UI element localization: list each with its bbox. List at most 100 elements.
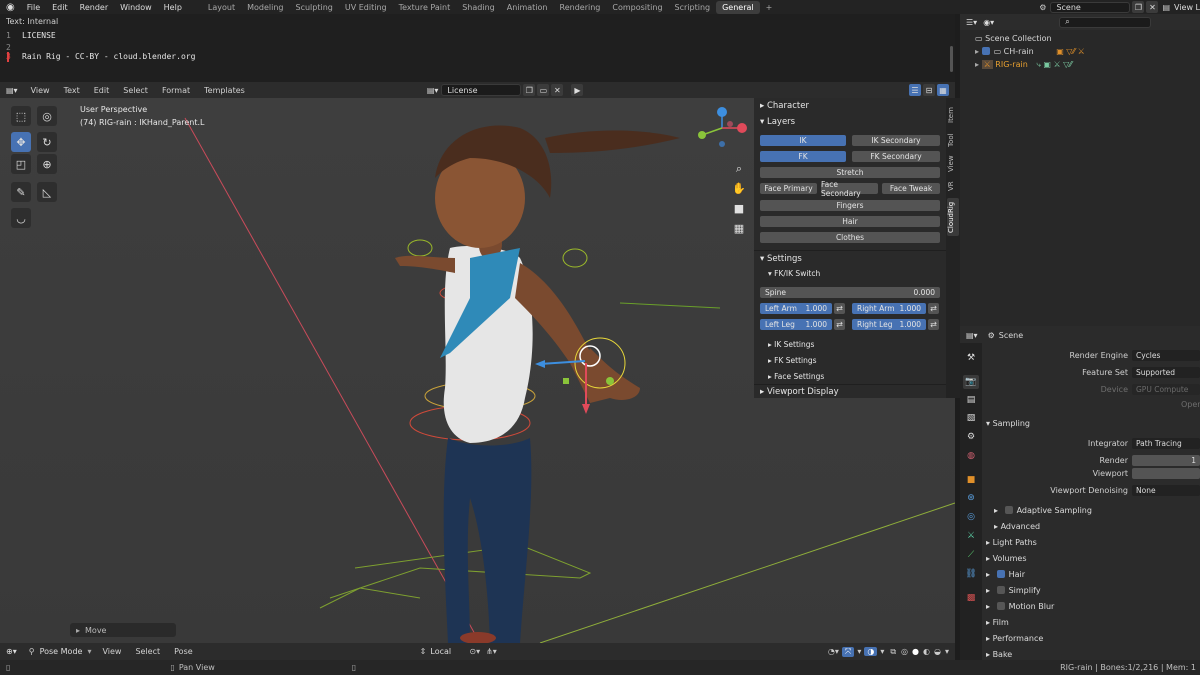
menu-edit[interactable]: Edit: [46, 3, 74, 12]
tab-scripting[interactable]: Scripting: [669, 1, 717, 14]
shading-dropdown-icon[interactable]: ▾: [943, 647, 955, 656]
text-menu-templates[interactable]: Templates: [197, 86, 252, 95]
menu-window[interactable]: Window: [114, 3, 158, 12]
blender-logo-icon[interactable]: ◉: [0, 2, 21, 13]
tab-vr[interactable]: VR: [947, 178, 959, 194]
left-leg-snap-icon[interactable]: ⇄: [834, 319, 845, 330]
scene-tab-icon[interactable]: ⚙: [963, 430, 979, 444]
object-tab-icon[interactable]: ■: [963, 473, 979, 487]
tab-cloudrig[interactable]: CloudRig: [947, 198, 959, 236]
world-tab-icon[interactable]: ◍: [963, 449, 979, 463]
display-mode-icon[interactable]: ◉▾: [983, 18, 994, 27]
annotate-tool[interactable]: ✎: [11, 182, 31, 202]
mode-selector[interactable]: Pose Mode: [35, 647, 88, 656]
volumes-panel-header[interactable]: ▸ Volumes: [986, 554, 1026, 563]
overlay-dropdown-icon[interactable]: ▾: [877, 647, 887, 656]
layers-panel-header[interactable]: ▾ Layers: [760, 117, 795, 127]
select-box-tool[interactable]: ⬚: [11, 106, 31, 126]
visibility-icon[interactable]: ◔▾: [825, 647, 842, 656]
tab-layout[interactable]: Layout: [202, 1, 241, 14]
left-arm-slider[interactable]: Left Arm 1.000: [760, 303, 832, 314]
left-leg-slider[interactable]: Left Leg 1.000: [760, 319, 832, 330]
scene-icon[interactable]: ⚙: [1035, 3, 1050, 12]
text-menu-text[interactable]: Text: [57, 86, 87, 95]
viewport-denoising-selector[interactable]: None: [1132, 485, 1200, 496]
simplify-checkbox[interactable]: [996, 586, 1005, 594]
viewport-samples-field[interactable]: [1132, 468, 1200, 479]
outliner-item-rig-rain[interactable]: ▸ ⚔ RIG-rain ⤷ ▣ ⚔ ▽⁄⁄: [975, 60, 1072, 70]
new-scene-icon[interactable]: ❐: [1132, 1, 1145, 13]
gizmo-dropdown-icon[interactable]: ▾: [854, 647, 864, 656]
tab-item[interactable]: Item: [947, 104, 959, 126]
close-text-icon[interactable]: ✕: [551, 84, 564, 96]
layer-clothes-button[interactable]: Clothes: [760, 232, 940, 243]
view-layer-selector[interactable]: View L: [1174, 3, 1200, 12]
bone-tab-icon[interactable]: ⟋: [963, 548, 979, 562]
gizmo-toggle-icon[interactable]: ⤧: [841, 646, 855, 657]
hair-panel-header[interactable]: ▸ Hair: [986, 570, 1025, 579]
text-line[interactable]: Rain Rig - CC-BY - cloud.blender.org: [22, 52, 195, 61]
right-leg-snap-icon[interactable]: ⇄: [928, 319, 939, 330]
move-tool[interactable]: ✥: [11, 132, 31, 152]
output-tab-icon[interactable]: ▤: [963, 393, 979, 407]
motion-blur-panel-header[interactable]: ▸ Motion Blur: [986, 602, 1054, 611]
hair-checkbox[interactable]: [996, 570, 1005, 578]
render-engine-selector[interactable]: Cycles: [1132, 350, 1200, 361]
layer-face-primary-button[interactable]: Face Primary: [760, 183, 817, 194]
tab-compositing[interactable]: Compositing: [606, 1, 668, 14]
layer-face-tweak-button[interactable]: Face Tweak: [882, 183, 940, 194]
view-layer-tab-icon[interactable]: ▧: [963, 411, 979, 425]
modifier-tab-icon[interactable]: ⊛: [963, 491, 979, 505]
snap-icon[interactable]: ⋔▾: [483, 647, 500, 656]
adaptive-sampling-panel[interactable]: ▸ Adaptive Sampling: [994, 506, 1092, 515]
layer-hair-button[interactable]: Hair: [760, 216, 940, 227]
right-arm-snap-icon[interactable]: ⇄: [928, 303, 939, 314]
menu-file[interactable]: File: [21, 3, 46, 12]
layer-ik-button[interactable]: IK: [760, 135, 846, 146]
camera-icon[interactable]: ■: [730, 199, 748, 217]
shading-wireframe-icon[interactable]: ◎: [899, 647, 910, 656]
object-data-tab-icon[interactable]: ⚔: [963, 529, 979, 543]
layer-stretch-button[interactable]: Stretch: [760, 167, 940, 178]
text-scrollbar[interactable]: [950, 46, 953, 72]
text-editor[interactable]: Text: Internal 1 LICENSE 2 3 Rain Rig - …: [0, 14, 955, 82]
overlay-toggle-icon[interactable]: ◑: [864, 647, 878, 656]
open-preferences-label[interactable]: Open: [1181, 400, 1200, 409]
tab-rendering[interactable]: Rendering: [554, 1, 607, 14]
xray-icon[interactable]: ⧉: [887, 647, 899, 657]
device-selector[interactable]: GPU Compute: [1132, 384, 1200, 395]
render-tab-icon[interactable]: 📷: [963, 375, 979, 389]
fk-settings-header[interactable]: ▸ FK Settings: [768, 356, 817, 365]
integrator-selector[interactable]: Path Tracing: [1132, 438, 1200, 449]
settings-panel-header[interactable]: ▾ Settings: [760, 254, 802, 264]
editor-type-icon[interactable]: ⊕▾: [0, 647, 23, 656]
tab-uv-editing[interactable]: UV Editing: [339, 1, 393, 14]
layer-fk-button[interactable]: FK: [760, 151, 846, 162]
tab-animation[interactable]: Animation: [501, 1, 554, 14]
fkik-switch-header[interactable]: ▾ FK/IK Switch: [768, 269, 820, 278]
layer-fingers-button[interactable]: Fingers: [760, 200, 940, 211]
text-datablock-field[interactable]: License: [441, 84, 522, 96]
right-leg-slider[interactable]: Right Leg 1.000: [852, 319, 926, 330]
scale-tool[interactable]: ◰: [11, 154, 31, 174]
motion-blur-checkbox[interactable]: [996, 602, 1005, 610]
view-layer-icon[interactable]: ▤: [1158, 3, 1174, 12]
editor-type-icon[interactable]: ▤▾: [0, 86, 24, 95]
film-panel-header[interactable]: ▸ Film: [986, 618, 1009, 627]
tab-sculpting[interactable]: Sculpting: [290, 1, 339, 14]
text-line[interactable]: LICENSE: [22, 31, 56, 40]
shading-material-icon[interactable]: ◐: [921, 647, 932, 656]
text-menu-format[interactable]: Format: [155, 86, 197, 95]
texture-tab-icon[interactable]: ▩: [963, 591, 979, 605]
right-arm-slider[interactable]: Right Arm 1.000: [852, 303, 926, 314]
constraint-tab-icon[interactable]: ⛓: [963, 567, 979, 581]
tab-shading[interactable]: Shading: [456, 1, 501, 14]
viewport-display-header[interactable]: ▸ Viewport Display: [760, 387, 839, 397]
light-paths-panel-header[interactable]: ▸ Light Paths: [986, 538, 1037, 547]
adaptive-sampling-checkbox[interactable]: [1004, 506, 1013, 514]
left-arm-snap-icon[interactable]: ⇄: [834, 303, 845, 314]
outliner-item-ch-rain[interactable]: ▸ ▭ CH-rain ▣ ▽⁄⁄ ⚔: [975, 47, 1085, 56]
grid-view-icon[interactable]: ▦: [730, 219, 748, 237]
transform-tool[interactable]: ⊕: [37, 154, 57, 174]
face-settings-header[interactable]: ▸ Face Settings: [768, 372, 824, 381]
